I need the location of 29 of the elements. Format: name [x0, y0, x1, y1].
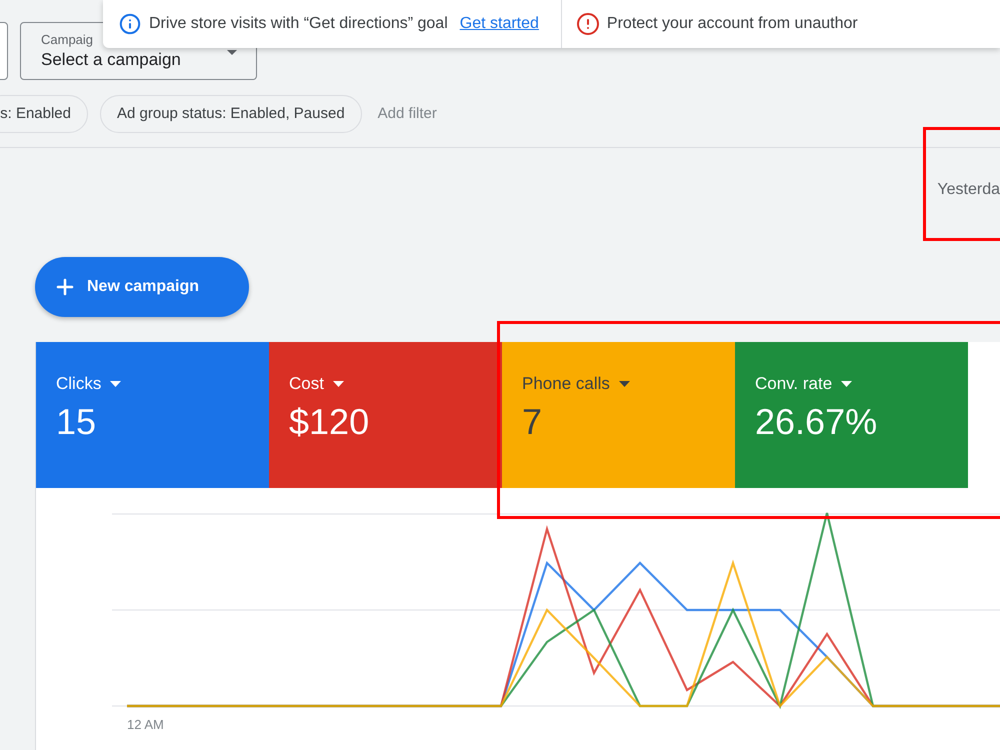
metric-card[interactable]: Clicks 15 [36, 342, 269, 488]
field-value: Select a campaign [41, 48, 181, 70]
filter-chip[interactable]: Ad group status: Enabled, Paused [100, 95, 362, 133]
info-icon [119, 13, 141, 35]
caret-icon [618, 381, 630, 387]
new-campaign-button[interactable]: New campaign [35, 257, 249, 317]
metric-label: Cost [289, 373, 324, 395]
caret-icon [332, 381, 344, 387]
metric-card[interactable]: Phone calls 7 [502, 342, 735, 488]
metric-label: Phone calls [522, 373, 610, 395]
metric-value: 7 [522, 400, 542, 444]
metric-card[interactable]: Conv. rate 26.67% [735, 342, 968, 488]
metric-value: 15 [56, 400, 96, 444]
filter-chip[interactable]: s: Enabled [0, 95, 88, 133]
metric-value: 26.67% [755, 400, 878, 444]
caret-icon [110, 381, 122, 387]
metric-label: Conv. rate [755, 373, 832, 395]
field-label: Campaig [41, 32, 94, 48]
axis-label: 12 AM [127, 716, 164, 734]
metric-value: $120 [289, 400, 370, 444]
notification-text: Protect your account from unauthor [606, 14, 858, 34]
get-started-link[interactable]: Get started [460, 12, 539, 36]
metric-label: Clicks [56, 373, 102, 395]
add-filter-button[interactable]: Add filter [378, 102, 437, 126]
caret-icon [227, 50, 237, 55]
date-range-button[interactable]: Yesterda [937, 178, 1000, 202]
caret-icon [841, 381, 852, 387]
alert-icon [576, 12, 600, 36]
metric-card[interactable]: Cost $120 [269, 342, 502, 488]
